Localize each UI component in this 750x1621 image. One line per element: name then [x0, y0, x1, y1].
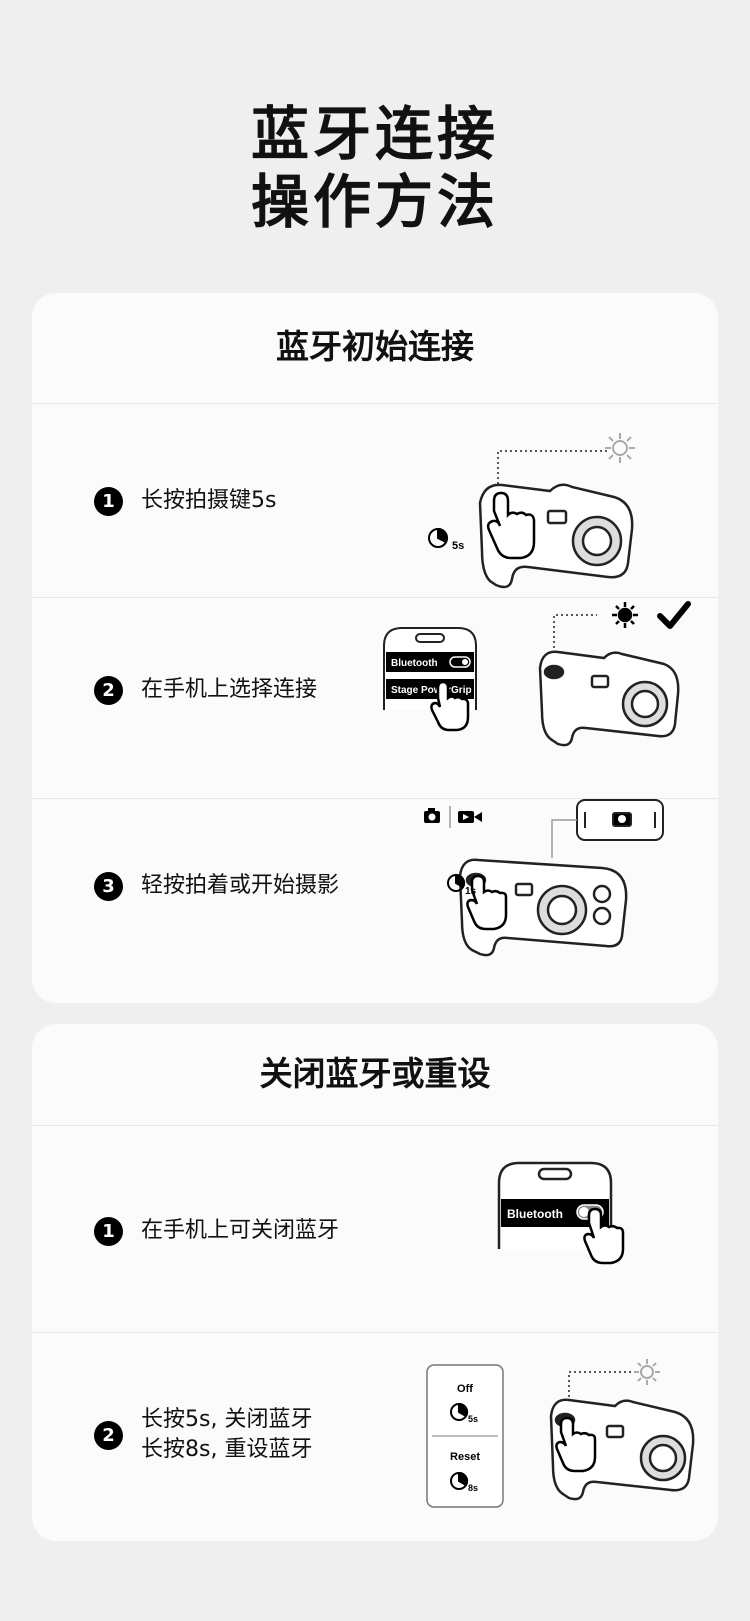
step-number-badge: 2: [94, 675, 123, 705]
phone-bluetooth-off-illustration: Bluetooth: [497, 1161, 625, 1265]
checkmark-icon: [657, 601, 691, 629]
off-reset-timer-panel: Off 5s Reset 8s: [426, 1364, 504, 1508]
step-number-badge: 1: [94, 486, 123, 516]
phone-landscape-icon: [576, 799, 664, 841]
camera-shoot-illustration: 1s: [424, 799, 664, 957]
timer-label: 5s: [452, 540, 464, 552]
light-icon: [634, 1359, 660, 1385]
timer-icon: [428, 527, 448, 548]
step-text: 在手机上可关闭蓝牙: [141, 1218, 340, 1243]
step-text-line-2: 长按8s, 重设蓝牙: [141, 1437, 313, 1462]
off-timer-label: 5s: [468, 1414, 478, 1424]
step-text: 在手机上选择连接: [141, 677, 318, 702]
phone-device-label: Stage PowerGrip: [391, 685, 472, 696]
step-text: 轻按拍着或开始摄影: [141, 873, 340, 898]
timer-label: 1s: [465, 886, 477, 897]
page-title-line-2: 操作方法: [250, 168, 499, 236]
step-2: 2 在手机上选择连接: [94, 675, 317, 705]
step-1: 1 长按拍摄键5s: [94, 486, 276, 516]
initial-connection-card: 蓝牙初始连接 1 长按拍摄键5s 5s 2 在手机上选择连接 Bluetooth…: [32, 293, 718, 1003]
photo-camera-icon: [424, 808, 440, 823]
phone-bluetooth-label: Bluetooth: [507, 1207, 563, 1221]
timer-icon: [447, 873, 466, 892]
section-title: 关闭蓝牙或重设: [259, 1054, 491, 1093]
divider: [32, 1125, 718, 1126]
reset-timer-label: 8s: [468, 1483, 478, 1493]
step-text-line-1: 长按5s, 关闭蓝牙: [141, 1407, 313, 1432]
divider: [32, 1332, 718, 1333]
phone-bluetooth-label: Bluetooth: [391, 658, 438, 669]
disable-reset-card: 关闭蓝牙或重设 1 在手机上可关闭蓝牙 Bluetooth 2 长按5s, 关闭…: [32, 1024, 718, 1541]
step-text-lines: 长按5s, 关闭蓝牙 长按8s, 重设蓝牙: [141, 1405, 312, 1465]
video-camera-icon: [458, 811, 482, 823]
step-number-badge: 2: [94, 1420, 123, 1450]
phone-select-illustration: Bluetooth Stage PowerGrip: [383, 601, 691, 747]
section-title: 蓝牙初始连接: [276, 327, 474, 366]
light-on-icon: [612, 602, 638, 628]
reset-label: Reset: [450, 1451, 480, 1463]
step-number-badge: 3: [94, 871, 123, 901]
step-number-badge: 1: [94, 1216, 123, 1246]
camera-long-press-illustration: 5s: [428, 433, 635, 589]
camera-long-press-illustration: [549, 1359, 695, 1501]
camera-grip-icon: [538, 650, 680, 747]
step-text: 长按拍摄键5s: [141, 488, 277, 513]
step-3: 3 轻按拍着或开始摄影: [94, 871, 339, 901]
light-icon: [605, 433, 635, 463]
step-1: 1 在手机上可关闭蓝牙: [94, 1216, 339, 1246]
divider: [32, 403, 718, 404]
page-title-line-1: 蓝牙连接: [250, 100, 499, 168]
off-label: Off: [457, 1383, 473, 1395]
step-2: 2 长按5s, 关闭蓝牙 长按8s, 重设蓝牙: [94, 1405, 312, 1465]
